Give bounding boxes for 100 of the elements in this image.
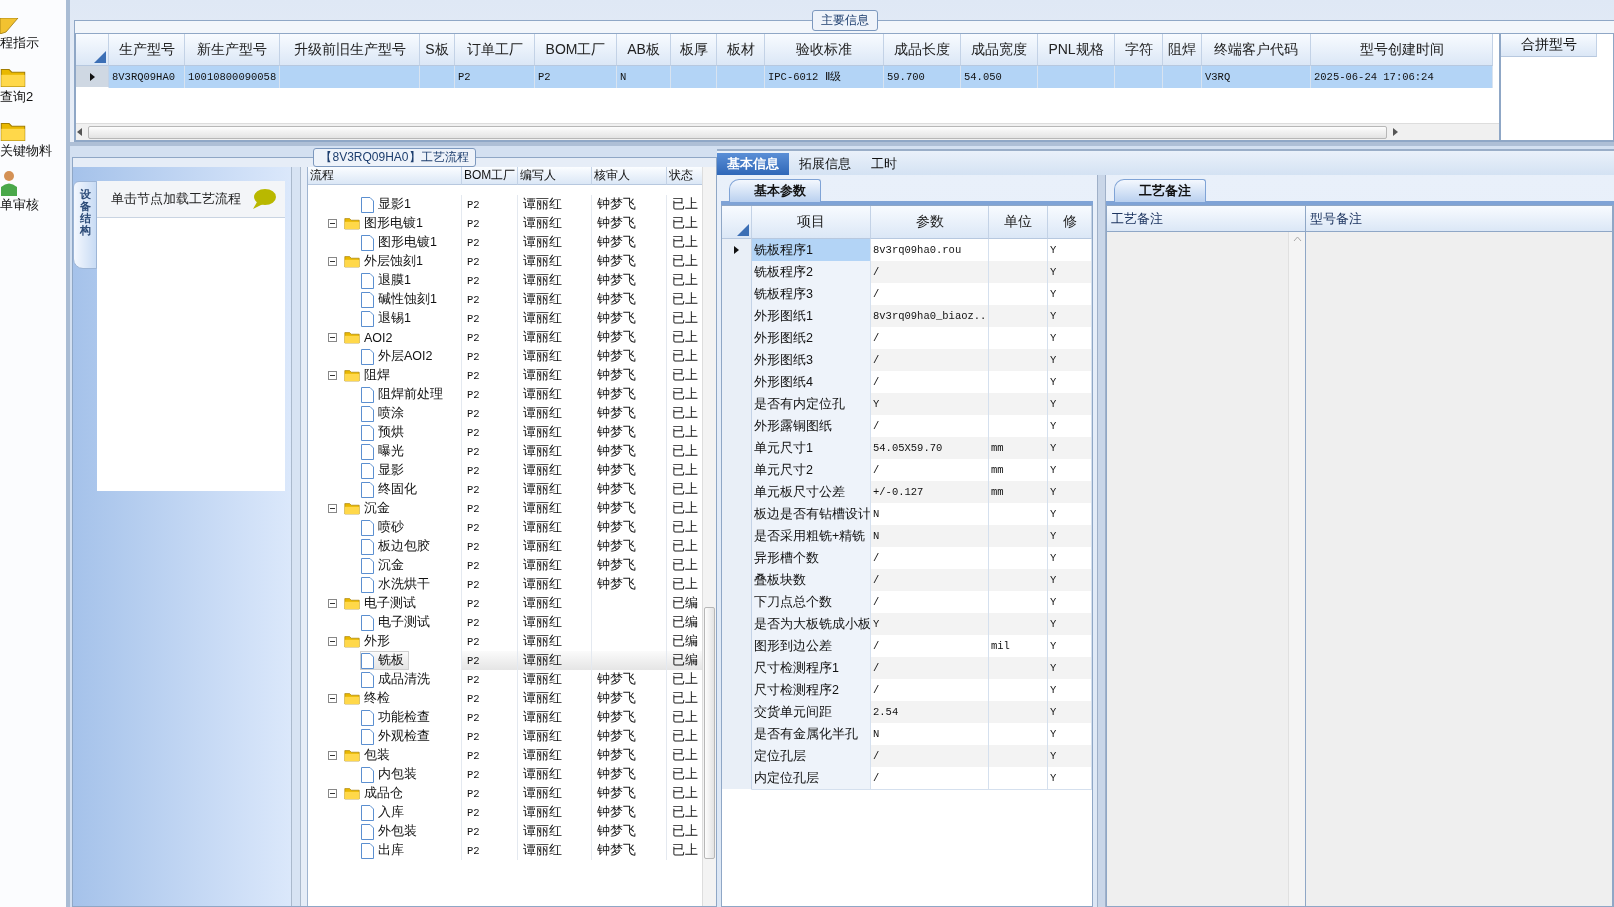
nav-item[interactable]: 程指示 bbox=[0, 34, 39, 52]
row-header[interactable] bbox=[722, 239, 752, 262]
document-icon bbox=[361, 614, 374, 631]
collapse-icon[interactable] bbox=[328, 694, 337, 703]
tree-node[interactable]: 退锡1 bbox=[360, 309, 416, 328]
column-header[interactable]: 成品宽度 bbox=[961, 34, 1038, 66]
column-header[interactable]: 阻焊 bbox=[1163, 34, 1202, 66]
tree-node[interactable]: 终检 bbox=[343, 689, 395, 708]
tree-node[interactable]: 水洗烘干 bbox=[360, 575, 435, 594]
tree-node[interactable]: 内包装 bbox=[360, 765, 422, 784]
column-header[interactable]: 编写人 bbox=[518, 167, 592, 185]
tree-node[interactable]: 电子测试 bbox=[360, 613, 435, 632]
column-header[interactable]: 项目 bbox=[752, 206, 871, 239]
tree-node[interactable]: 沉金 bbox=[360, 556, 409, 575]
tree-node[interactable]: 包装 bbox=[343, 746, 395, 765]
scroll-up-icon[interactable] bbox=[1292, 236, 1302, 242]
collapse-icon[interactable] bbox=[328, 257, 337, 266]
side-tab[interactable]: 设备结构 bbox=[73, 181, 97, 269]
tree-node[interactable]: 外观检查 bbox=[360, 727, 435, 746]
tree-node[interactable]: 成品仓 bbox=[343, 784, 408, 803]
tree-node[interactable]: 阻焊 bbox=[343, 366, 395, 385]
column-header[interactable]: 成品长度 bbox=[884, 34, 961, 66]
tree-node[interactable]: 显影1 bbox=[360, 195, 416, 214]
nav-item[interactable]: 查询2 bbox=[0, 88, 34, 106]
collapse-icon[interactable] bbox=[328, 504, 337, 513]
tree-node[interactable]: 喷涂 bbox=[360, 404, 409, 423]
tree-node[interactable]: 外层AOI2 bbox=[360, 347, 438, 366]
sub-tab[interactable]: 基本参数 bbox=[729, 179, 821, 202]
splitter[interactable] bbox=[291, 167, 301, 906]
tree-node[interactable]: 板边包胶 bbox=[360, 537, 435, 556]
column-header[interactable]: 板材 bbox=[717, 34, 765, 66]
tab[interactable]: 拓展信息 bbox=[789, 153, 861, 175]
collapse-icon[interactable] bbox=[328, 333, 337, 342]
nav-item[interactable]: 单审核 bbox=[0, 196, 39, 214]
tree-node[interactable]: 外层蚀刻1 bbox=[343, 252, 428, 271]
horizontal-scrollbar[interactable] bbox=[76, 123, 1499, 140]
tree-node[interactable]: AOI2 bbox=[343, 328, 398, 347]
column-header[interactable]: 验收标准 bbox=[765, 34, 884, 66]
column-header[interactable]: 修 bbox=[1048, 206, 1092, 239]
nav-item[interactable]: 关键物料 bbox=[0, 142, 52, 160]
tree-node[interactable]: 成品清洗 bbox=[360, 670, 435, 689]
collapse-icon[interactable] bbox=[328, 371, 337, 380]
tree-node[interactable]: 电子测试 bbox=[343, 594, 421, 613]
column-header[interactable]: S板 bbox=[420, 34, 455, 66]
row-header[interactable] bbox=[76, 66, 109, 88]
scroll-right-icon[interactable] bbox=[1391, 128, 1399, 136]
pencil-icon[interactable] bbox=[0, 18, 20, 34]
column-header[interactable]: AB板 bbox=[617, 34, 671, 66]
table-cell: N bbox=[871, 723, 989, 746]
tree-node[interactable]: 阻焊前处理 bbox=[360, 385, 448, 404]
tree-node[interactable]: 终固化 bbox=[360, 480, 422, 499]
column-header[interactable]: 新生产型号 bbox=[185, 34, 280, 66]
column-header[interactable]: 升级前旧生产型号 bbox=[280, 34, 420, 66]
vertical-scrollbar[interactable] bbox=[702, 167, 716, 906]
collapse-icon[interactable] bbox=[328, 637, 337, 646]
tree-node[interactable]: 功能检查 bbox=[360, 708, 435, 727]
column-header[interactable]: 工艺备注 bbox=[1107, 206, 1306, 232]
column-header[interactable]: 单位 bbox=[989, 206, 1048, 239]
column-header[interactable]: 核审人 bbox=[592, 167, 667, 185]
tree-node[interactable]: 入库 bbox=[360, 803, 409, 822]
column-header[interactable]: 字符 bbox=[1115, 34, 1163, 66]
collapse-icon[interactable] bbox=[328, 219, 337, 228]
tree-node[interactable]: 铣板 bbox=[360, 651, 409, 670]
tree-node[interactable]: 喷砂 bbox=[360, 518, 409, 537]
column-header[interactable]: 型号创建时间 bbox=[1311, 34, 1493, 66]
corner-cell[interactable] bbox=[722, 206, 752, 239]
column-header[interactable]: 状态 bbox=[667, 167, 705, 185]
collapse-icon[interactable] bbox=[328, 751, 337, 760]
tree-node[interactable]: 外包装 bbox=[360, 822, 422, 841]
column-header[interactable]: BOM工厂 bbox=[535, 34, 617, 66]
tree-node[interactable]: 曝光 bbox=[360, 442, 409, 461]
tab[interactable]: 工时 bbox=[861, 153, 907, 175]
column-header[interactable]: 型号备注 bbox=[1306, 206, 1613, 232]
scroll-left-icon[interactable] bbox=[76, 128, 84, 136]
column-header[interactable]: 参数 bbox=[871, 206, 989, 239]
tree-node[interactable]: 外形 bbox=[343, 632, 395, 651]
column-header[interactable]: 合拼型号 bbox=[1501, 34, 1597, 57]
column-header[interactable]: 流程 bbox=[308, 167, 462, 185]
column-header[interactable]: 订单工厂 bbox=[455, 34, 535, 66]
column-header[interactable]: 生产型号 bbox=[109, 34, 185, 66]
tree-node[interactable]: 退膜1 bbox=[360, 271, 416, 290]
column-header[interactable]: PNL规格 bbox=[1038, 34, 1115, 66]
splitter[interactable] bbox=[1097, 175, 1106, 907]
tree-node[interactable]: 沉金 bbox=[343, 499, 395, 518]
tree-node[interactable]: 出库 bbox=[360, 841, 409, 860]
corner-cell[interactable] bbox=[76, 34, 109, 66]
user-icon[interactable] bbox=[0, 170, 20, 196]
collapse-icon[interactable] bbox=[328, 789, 337, 798]
tree-node[interactable]: 碱性蚀刻1 bbox=[360, 290, 442, 309]
column-header[interactable]: 板厚 bbox=[671, 34, 717, 66]
tree-node[interactable]: 预烘 bbox=[360, 423, 409, 442]
tree-node[interactable]: 图形电镀1 bbox=[343, 214, 428, 233]
tree-node[interactable]: 图形电镀1 bbox=[360, 233, 442, 252]
table-cell: P2 bbox=[462, 366, 518, 385]
column-header[interactable]: 终端客户代码 bbox=[1202, 34, 1311, 66]
tab[interactable]: 基本信息 bbox=[717, 153, 789, 175]
collapse-icon[interactable] bbox=[328, 599, 337, 608]
tree-node[interactable]: 显影 bbox=[360, 461, 409, 480]
column-header[interactable]: BOM工厂 bbox=[462, 167, 518, 185]
sub-tab[interactable]: 工艺备注 bbox=[1114, 179, 1206, 202]
